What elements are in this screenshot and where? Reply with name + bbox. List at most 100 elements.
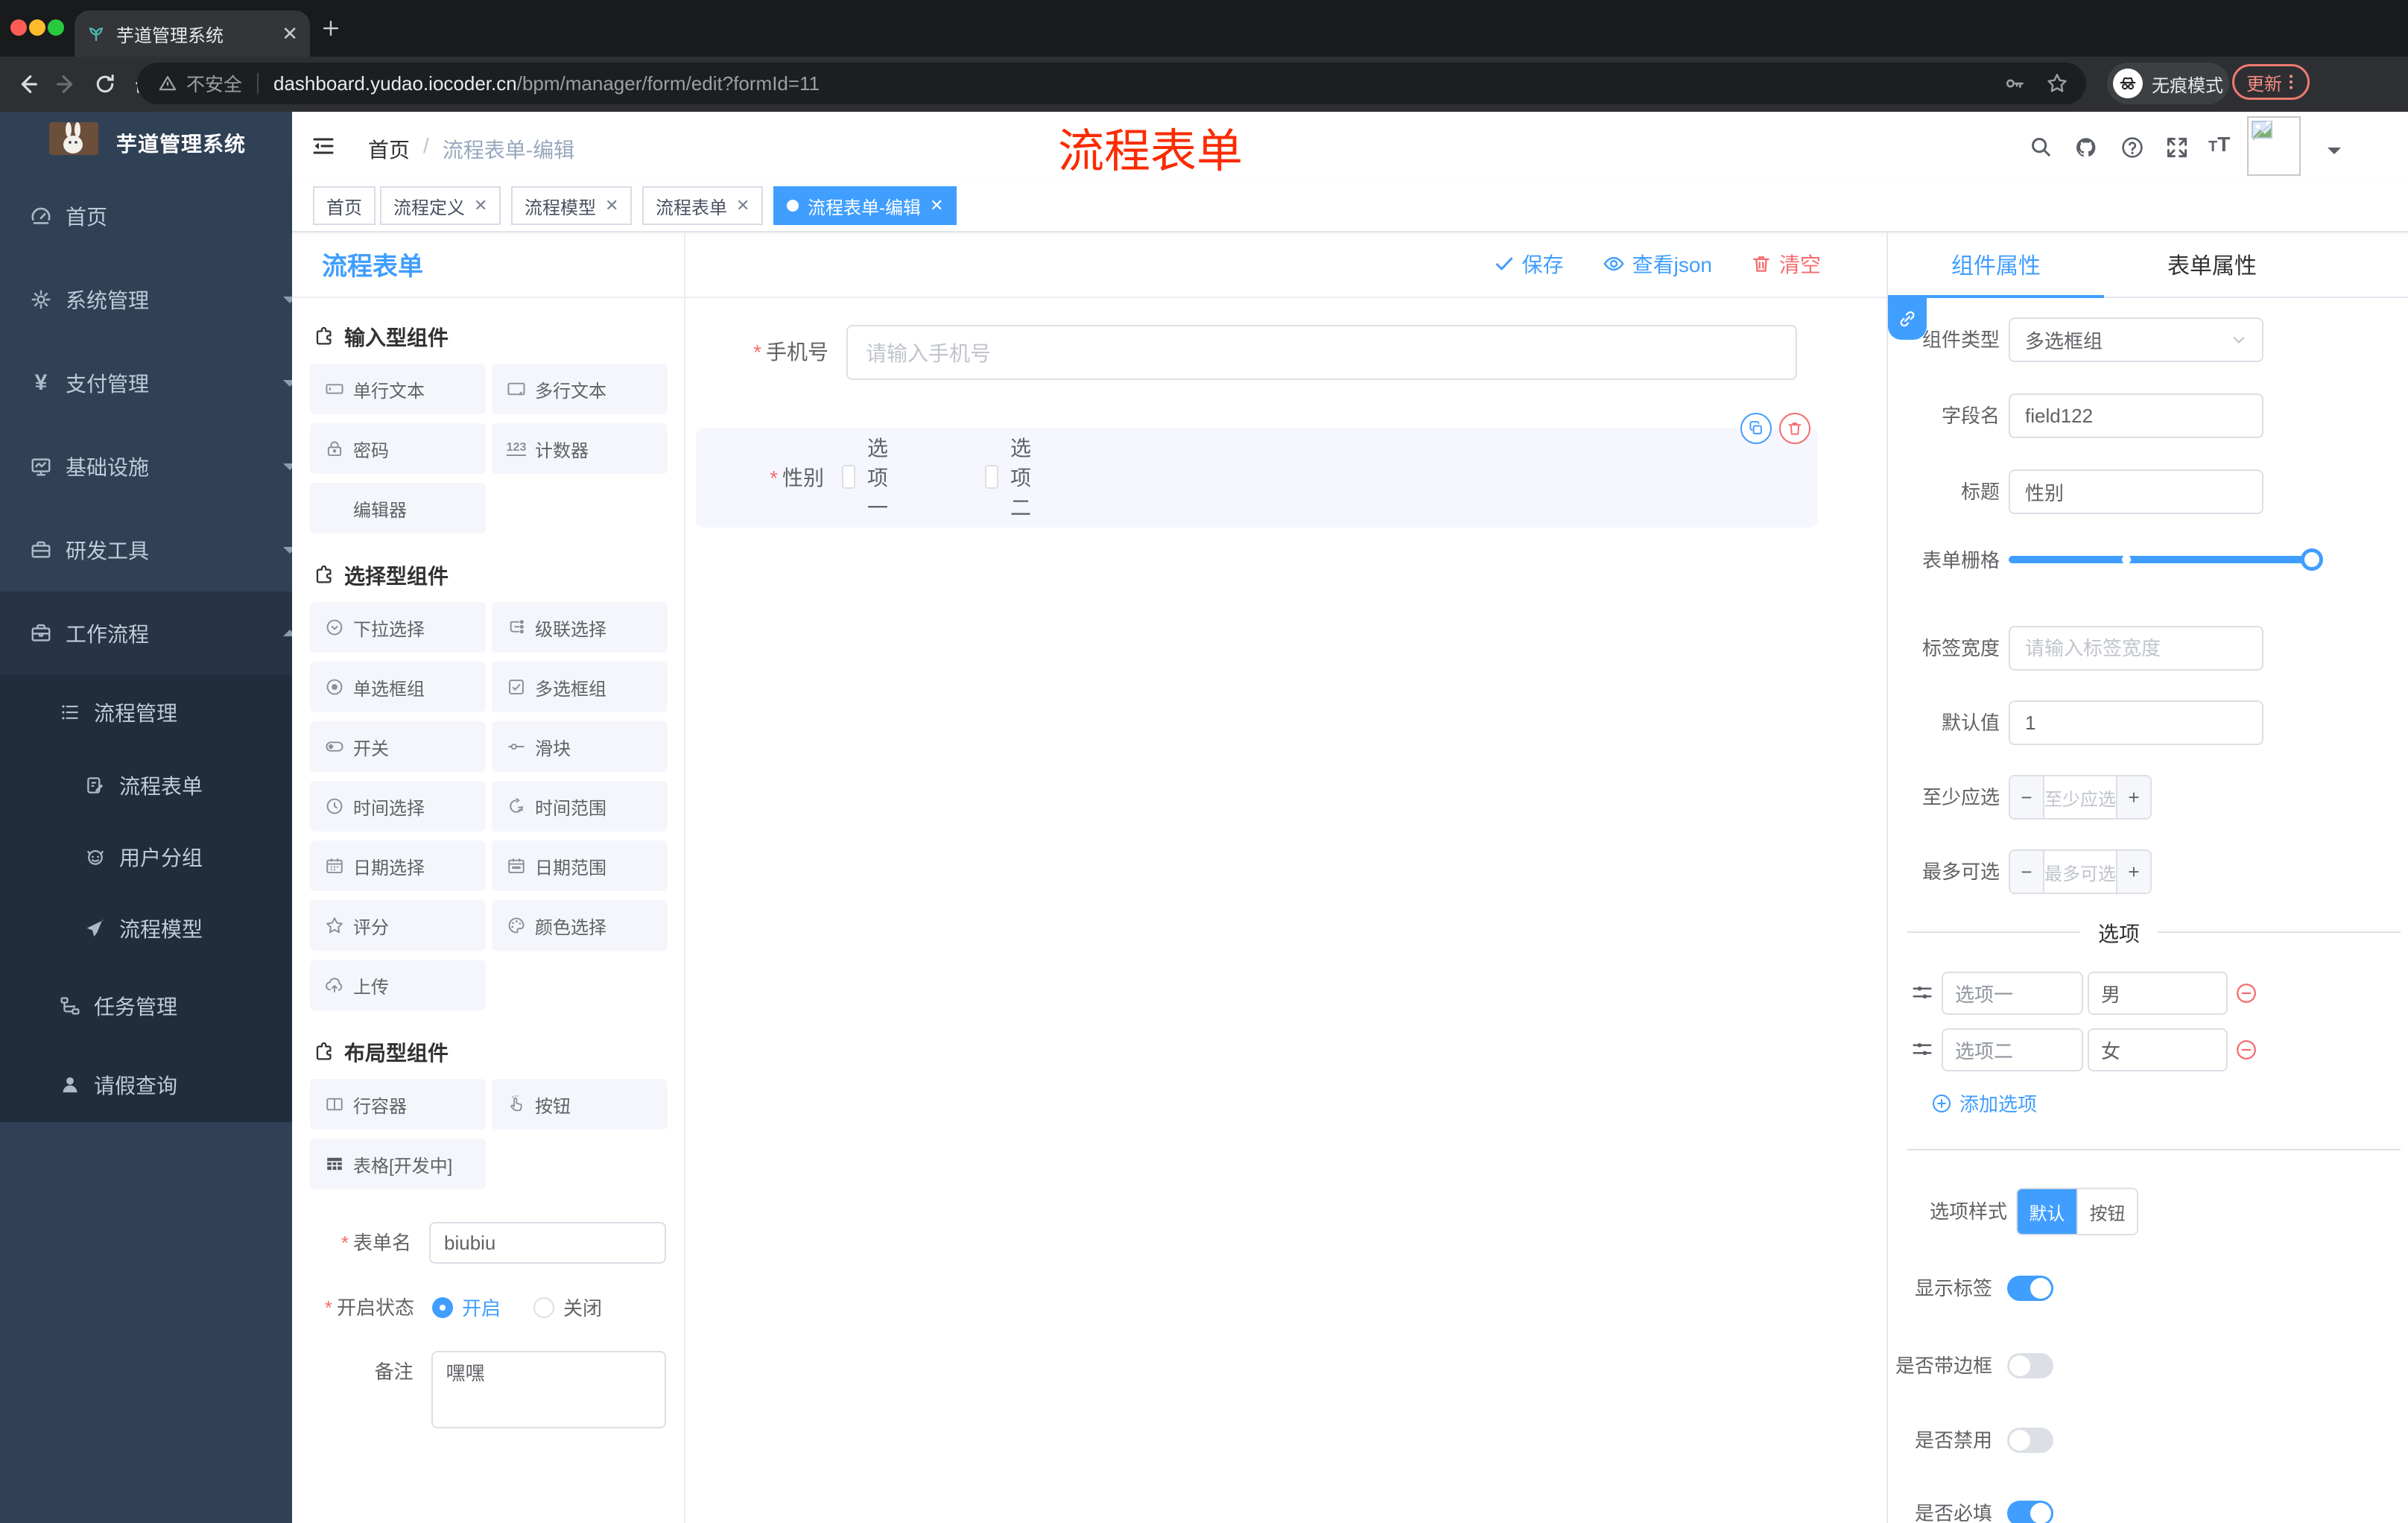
component-chip-switch[interactable]: 开关 [310, 721, 486, 772]
component-chip-cascader[interactable]: 级联选择 [492, 602, 668, 653]
tag-process-form[interactable]: 流程表单 ✕ [642, 186, 764, 225]
github-icon[interactable] [2074, 136, 2098, 159]
option-value-input[interactable] [2088, 972, 2228, 1015]
help-icon[interactable] [2120, 136, 2144, 159]
clear-button[interactable]: 清空 [1751, 249, 1821, 279]
checkbox-icon[interactable] [842, 465, 855, 489]
remove-option-icon[interactable] [2235, 1039, 2258, 1061]
drag-handle-icon[interactable] [1912, 1039, 1933, 1060]
save-button[interactable]: 保存 [1494, 249, 1564, 279]
avatar-caret-icon[interactable] [2328, 148, 2341, 161]
remove-option-icon[interactable] [2235, 982, 2258, 1004]
component-chip-time-picker[interactable]: 时间选择 [310, 781, 486, 832]
gender-option-1[interactable]: 选项一 [842, 432, 899, 522]
disabled-toggle[interactable] [2007, 1428, 2053, 1453]
required-toggle[interactable] [2007, 1501, 2053, 1523]
default-value-input[interactable] [2009, 700, 2263, 745]
component-chip-checkbox-group[interactable]: 多选框组 [492, 662, 668, 712]
tag-process-form-edit[interactable]: 流程表单-编辑 ✕ [773, 186, 957, 225]
sidebar-item-task-mgmt[interactable]: 任务管理 [0, 964, 292, 1048]
view-json-button[interactable]: 查看json [1603, 249, 1712, 279]
component-chip-time-range[interactable]: 时间范围 [492, 781, 668, 832]
option-label-input[interactable] [1942, 972, 2083, 1015]
decrease-button[interactable]: − [2010, 776, 2043, 818]
component-chip-date-picker[interactable]: 日期选择 [310, 840, 486, 891]
sidebar-item-infra[interactable]: 基础设施 [0, 425, 292, 508]
sidebar-logo[interactable]: 芋道管理系统 [0, 112, 292, 174]
phone-input[interactable]: 请输入手机号 [846, 325, 1797, 380]
mac-minimize-button[interactable] [29, 19, 45, 36]
address-bar[interactable]: 不安全 dashboard.yudao.iocoder.cn/bpm/manag… [137, 63, 2086, 104]
sidebar-item-home[interactable]: 首页 [0, 174, 292, 258]
option-label-input[interactable] [1942, 1028, 2083, 1071]
increase-button[interactable]: + [2117, 851, 2150, 893]
drag-handle-icon[interactable] [1912, 982, 1933, 1003]
sidebar-item-process-form[interactable]: 流程表单 [0, 750, 292, 821]
component-chip-upload[interactable]: 上传 [310, 960, 486, 1010]
avatar[interactable] [2247, 116, 2301, 176]
form-name-input[interactable] [429, 1222, 666, 1264]
component-chip-slider[interactable]: 滑块 [492, 721, 668, 772]
component-chip-date-range[interactable]: 日期范围 [492, 840, 668, 891]
sidebar-item-devtools[interactable]: 研发工具 [0, 508, 292, 592]
sidebar-item-workflow[interactable]: 工作流程 [0, 592, 292, 675]
tag-close-icon[interactable]: ✕ [605, 196, 618, 215]
slider-handle[interactable] [2301, 548, 2323, 571]
breadcrumb-home[interactable]: 首页 [368, 134, 410, 164]
sidebar-item-process-model[interactable]: 流程模型 [0, 893, 292, 964]
bookmark-star-icon[interactable] [2046, 72, 2068, 95]
component-chip-radio-group[interactable]: 单选框组 [310, 662, 486, 712]
checkbox-icon[interactable] [985, 465, 998, 489]
status-radio-off[interactable]: 关闭 [533, 1294, 602, 1321]
password-key-icon[interactable] [2004, 73, 2025, 94]
sidebar-item-user-group[interactable]: 用户分组 [0, 821, 292, 893]
option-value-input[interactable] [2088, 1028, 2228, 1071]
tag-close-icon[interactable]: ✕ [930, 196, 943, 215]
title-input[interactable] [2009, 469, 2263, 514]
component-type-select[interactable]: 多选框组 [2009, 317, 2263, 362]
increase-button[interactable]: + [2117, 776, 2150, 818]
gender-option-2[interactable]: 选项二 [985, 432, 1042, 522]
browser-tab[interactable]: 芋道管理系统 ✕ [75, 10, 310, 57]
component-chip-rate[interactable]: 评分 [310, 900, 486, 951]
status-radio-on[interactable]: 开启 [432, 1294, 501, 1321]
fullscreen-icon[interactable] [2165, 136, 2189, 159]
component-chip-counter[interactable]: 123 计数器 [492, 423, 668, 474]
tag-home[interactable]: 首页 [313, 186, 376, 225]
reload-icon[interactable] [94, 73, 116, 95]
component-chip-editor[interactable]: 编辑器 [310, 483, 486, 533]
component-chip-button[interactable]: 按钮 [492, 1079, 668, 1130]
with-border-toggle[interactable] [2007, 1353, 2053, 1378]
show-label-toggle[interactable] [2007, 1276, 2053, 1301]
search-icon[interactable] [2030, 136, 2052, 158]
tab-close-icon[interactable]: ✕ [282, 22, 298, 45]
tag-process-definition[interactable]: 流程定义 ✕ [380, 186, 501, 225]
sidebar-fold-icon[interactable] [311, 134, 335, 158]
canvas-field-phone[interactable]: * 手机号 请输入手机号 [685, 325, 1886, 380]
form-remark-textarea[interactable]: 嘿嘿 [431, 1351, 666, 1428]
canvas-selected-field-gender[interactable]: * 性别 选项一 选项二 [696, 413, 1818, 528]
style-button-button[interactable]: 按钮 [2076, 1189, 2137, 1234]
tag-close-icon[interactable]: ✕ [474, 196, 487, 215]
component-chip-table[interactable]: 表格[开发中] [310, 1139, 486, 1189]
update-button[interactable]: 更新 [2232, 64, 2310, 100]
max-select-value[interactable]: 最多可选 [2043, 851, 2117, 893]
component-chip-color-picker[interactable]: 颜色选择 [492, 900, 668, 951]
component-chip-multi-text[interactable]: 多行文本 [492, 364, 668, 414]
new-tab-icon[interactable] [322, 19, 340, 37]
tab-component-props[interactable]: 组件属性 [1888, 231, 2104, 297]
sidebar-item-process-mgmt[interactable]: 流程管理 [0, 675, 292, 750]
component-chip-password[interactable]: 密码 [310, 423, 486, 474]
style-default-button[interactable]: 默认 [2018, 1189, 2076, 1234]
forward-icon[interactable] [55, 73, 77, 95]
back-icon[interactable] [16, 73, 39, 95]
tag-process-model[interactable]: 流程模型 ✕ [511, 186, 633, 225]
copy-field-button[interactable] [1740, 413, 1772, 444]
mac-zoom-button[interactable] [48, 19, 64, 36]
label-width-input[interactable] [2009, 626, 2263, 671]
component-chip-row-container[interactable]: 行容器 [310, 1079, 486, 1130]
add-option-button[interactable]: 添加选项 [1931, 1089, 2037, 1117]
min-select-value[interactable]: 至少应选 [2043, 776, 2117, 818]
decrease-button[interactable]: − [2010, 851, 2043, 893]
sidebar-item-payment[interactable]: ¥ 支付管理 [0, 341, 292, 425]
